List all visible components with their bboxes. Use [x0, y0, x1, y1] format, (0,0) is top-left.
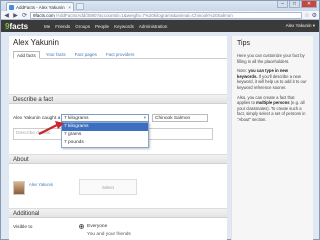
weight-option[interactable]: 7 grams	[62, 131, 148, 139]
nav-people[interactable]: People	[95, 24, 109, 29]
visibility-option-friends[interactable]: You and your friends	[87, 232, 131, 237]
avatar[interactable]	[13, 181, 25, 195]
tab-fact-providers[interactable]: Fact providers	[103, 51, 138, 58]
favicon-icon	[9, 4, 14, 10]
nav-me[interactable]: Me	[44, 24, 50, 29]
about-heading: About	[9, 154, 227, 164]
nav-keywords[interactable]: Keywords	[114, 24, 134, 29]
tips-text: Also, you can create a fact that applies…	[237, 94, 306, 122]
tab-strip: AddFacts - Alex Yakunin - ... × – □ ✕	[1, 1, 319, 11]
visible-to-label: Visible to	[13, 225, 33, 230]
chevron-down-icon[interactable]: ▾	[144, 115, 146, 121]
new-tab-button[interactable]	[76, 3, 84, 10]
wrench-icon[interactable]: ⚙	[312, 12, 317, 19]
nav-friends[interactable]: Friends	[55, 24, 70, 29]
url-path: /AddFacts/Add/3080?accountId=1&weight=7%…	[55, 12, 233, 18]
describe-heading: Describe a fact	[9, 94, 227, 104]
tips-text: Here you can customize your fact by fill…	[237, 53, 305, 64]
tips-text: Note: you can type in new keywords. If y…	[237, 68, 307, 90]
forward-icon[interactable]: ▶	[12, 12, 19, 19]
url-input[interactable]: 9facts.com /AddFacts/Add/3080?accountId=…	[30, 11, 303, 19]
browser-window: AddFacts - Alex Yakunin - ... × – □ ✕ ◀ …	[0, 0, 320, 240]
tab-fact-pages[interactable]: Fact pages	[72, 51, 100, 58]
bookmark-star-icon[interactable]: ☆	[304, 12, 309, 19]
minimize-button[interactable]: –	[277, 1, 288, 8]
user-menu[interactable]: Alex Yakunin ▾	[286, 23, 315, 29]
back-icon[interactable]: ◀	[3, 12, 10, 19]
tips-heading: Tips	[237, 40, 250, 47]
radio-selected-icon[interactable]	[79, 224, 84, 229]
arrow-pointer-icon	[38, 121, 64, 135]
weight-option-selected[interactable]: 7 kilograms	[62, 123, 148, 131]
site-logo[interactable]: 9facts	[5, 22, 40, 31]
browser-tab-title: AddFacts - Alex Yakunin - ...	[16, 4, 66, 10]
site-header: 9facts Me Friends Groups People Keywords…	[1, 20, 319, 32]
window-controls: – □ ✕	[277, 1, 317, 8]
address-bar-row: ◀ ▶ ⟳ 9facts.com /AddFacts/Add/3080?acco…	[1, 11, 319, 20]
weight-input[interactable]: 7 kilograms ▾	[61, 114, 149, 122]
page-title: Alex Yakunin	[13, 38, 59, 47]
main-content: Alex Yakunin Add facts Your facts Fact p…	[9, 36, 227, 240]
subtabs: Add facts Your facts Fact pages Fact pro…	[13, 51, 227, 59]
close-window-button[interactable]: ✕	[301, 1, 317, 8]
tab-close-icon[interactable]: ×	[68, 5, 71, 10]
tips-panel: Tips Here you can customize your fact by…	[231, 36, 313, 240]
additional-heading: Additional	[9, 208, 227, 218]
browser-tab[interactable]: AddFacts - Alex Yakunin - ... ×	[6, 2, 74, 11]
reload-icon[interactable]: ⟳	[21, 12, 28, 19]
weight-dropdown: 7 kilograms 7 grams 7 pounds	[61, 122, 149, 148]
tab-add-facts[interactable]: Add facts	[13, 51, 40, 59]
url-host: 9facts.com	[33, 12, 55, 18]
site-nav: Me Friends Groups People Keywords Admini…	[44, 24, 167, 29]
maximize-button[interactable]: □	[289, 1, 300, 8]
about-person-label[interactable]: Alex Yakunin	[29, 182, 53, 187]
about-slot[interactable]: Select	[79, 179, 137, 195]
visibility-option-everyone[interactable]: Everyone	[79, 224, 107, 229]
nav-groups[interactable]: Groups	[75, 24, 90, 29]
animal-input[interactable]: Chinook Salmon	[152, 114, 208, 122]
tab-your-facts[interactable]: Your facts	[43, 51, 69, 58]
weight-option[interactable]: 7 pounds	[62, 139, 148, 147]
nav-administration[interactable]: Administration	[139, 24, 168, 29]
